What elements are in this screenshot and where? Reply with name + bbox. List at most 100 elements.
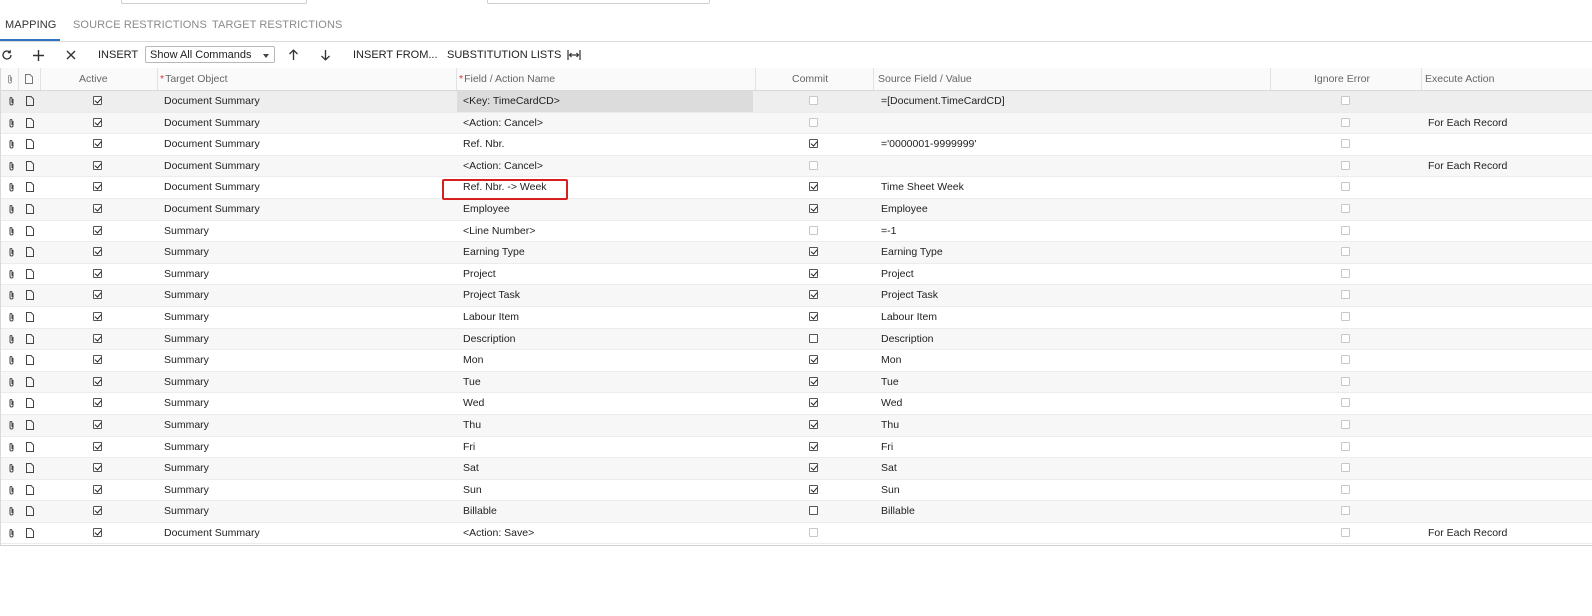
ignore-error-checkbox[interactable] <box>1341 376 1350 386</box>
field-action-cell[interactable]: Billable <box>457 501 753 522</box>
table-row[interactable]: Summary Project Task Project Task <box>0 285 1592 307</box>
active-checkbox[interactable] <box>93 268 102 278</box>
note-icon[interactable] <box>26 96 34 106</box>
source-field-cell[interactable]: ='0000001-9999999' <box>881 134 976 155</box>
attachment-icon[interactable] <box>8 118 15 128</box>
table-row[interactable]: Document Summary <Action: Cancel> For Each… <box>0 155 1592 178</box>
target-object-cell[interactable]: Summary <box>164 221 209 242</box>
commit-checkbox[interactable] <box>809 311 818 321</box>
active-checkbox[interactable] <box>93 333 102 343</box>
field-action-cell[interactable]: Description <box>457 329 753 350</box>
field-action-cell[interactable]: Sat <box>457 458 753 479</box>
ignore-error-checkbox[interactable] <box>1341 160 1350 170</box>
field-action-cell[interactable]: Tue <box>457 372 753 393</box>
active-checkbox[interactable] <box>93 311 102 321</box>
source-field-cell[interactable]: Employee <box>881 199 928 220</box>
target-object-cell[interactable]: Summary <box>164 285 209 306</box>
commit-checkbox[interactable] <box>809 247 818 257</box>
target-object-cell[interactable]: Document Summary <box>164 134 260 155</box>
active-checkbox[interactable] <box>93 290 102 300</box>
col-execute-action[interactable]: Execute Action <box>1425 68 1494 90</box>
active-checkbox[interactable] <box>93 139 102 149</box>
table-row[interactable]: Summary Thu Thu <box>0 414 1592 437</box>
field-action-cell[interactable]: <Action: Cancel> <box>457 113 753 134</box>
table-row[interactable]: Summary Tue Tue <box>0 371 1592 394</box>
note-icon[interactable] <box>26 376 34 387</box>
col-commit[interactable]: Commit <box>792 68 828 90</box>
execute-action-cell[interactable]: For Each Record <box>1428 523 1507 544</box>
active-checkbox[interactable] <box>93 247 102 257</box>
commit-checkbox[interactable] <box>809 160 818 170</box>
note-icon[interactable] <box>26 441 34 452</box>
table-row[interactable]: Summary Project Project <box>0 264 1592 286</box>
active-checkbox[interactable] <box>93 419 102 429</box>
target-object-cell[interactable]: Summary <box>164 372 209 393</box>
active-checkbox[interactable] <box>93 506 102 516</box>
target-object-cell[interactable]: Summary <box>164 415 209 436</box>
note-icon[interactable] <box>26 139 34 150</box>
active-checkbox[interactable] <box>93 441 102 451</box>
fit-columns-button[interactable] <box>567 42 581 68</box>
source-field-cell[interactable]: Sat <box>881 458 897 479</box>
note-icon[interactable] <box>26 225 34 236</box>
delete-row-button[interactable] <box>66 42 76 68</box>
ignore-error-checkbox[interactable] <box>1341 527 1350 537</box>
source-field-cell[interactable]: Mon <box>881 350 901 371</box>
active-checkbox[interactable] <box>93 355 102 365</box>
source-field-cell[interactable]: Tue <box>881 372 899 393</box>
note-icon[interactable] <box>26 160 34 171</box>
active-checkbox[interactable] <box>93 463 102 473</box>
table-row[interactable]: Summary Wed Wed <box>0 393 1592 415</box>
commit-checkbox[interactable] <box>809 506 818 516</box>
tab-mapping[interactable]: MAPPING <box>5 19 56 31</box>
target-object-cell[interactable]: Document Summary <box>164 113 260 134</box>
commit-checkbox[interactable] <box>809 355 818 365</box>
source-field-cell[interactable]: Labour Item <box>881 307 937 328</box>
source-field-cell[interactable]: Earning Type <box>881 242 943 263</box>
target-object-cell[interactable]: Summary <box>164 307 209 328</box>
target-object-cell[interactable]: Summary <box>164 458 209 479</box>
table-row[interactable]: Document Summary <Action: Save> For Each R… <box>0 523 1592 545</box>
insert-button[interactable]: INSERT <box>98 42 138 68</box>
attachment-icon[interactable] <box>8 463 15 473</box>
attachment-icon[interactable] <box>8 290 15 300</box>
field-action-cell[interactable]: Sun <box>457 480 753 501</box>
source-field-cell[interactable]: Time Sheet Week <box>881 177 964 198</box>
refresh-button[interactable] <box>1 42 13 68</box>
attachment-icon[interactable] <box>8 355 15 365</box>
note-icon[interactable] <box>26 117 34 128</box>
note-icon[interactable] <box>26 506 34 517</box>
ignore-error-checkbox[interactable] <box>1341 441 1350 451</box>
source-field-cell[interactable]: =-1 <box>881 221 896 242</box>
source-field-cell[interactable]: =[Document.TimeCardCD] <box>881 91 1005 112</box>
note-icon[interactable] <box>26 268 34 279</box>
commit-checkbox[interactable] <box>809 182 818 192</box>
note-icon[interactable] <box>26 333 34 344</box>
commit-checkbox[interactable] <box>809 139 818 149</box>
field-action-cell[interactable]: Ref. Nbr. <box>457 134 753 155</box>
attachment-icon[interactable] <box>8 96 15 106</box>
attachment-icon[interactable] <box>8 442 15 452</box>
attachment-icon[interactable] <box>8 139 15 149</box>
target-object-cell[interactable]: Summary <box>164 350 209 371</box>
ignore-error-checkbox[interactable] <box>1341 117 1350 127</box>
insert-from-button[interactable]: INSERT FROM... <box>353 42 438 68</box>
commit-checkbox[interactable] <box>809 225 818 235</box>
field-action-cell[interactable]: Fri <box>457 437 753 458</box>
attachment-icon[interactable] <box>8 398 15 408</box>
col-source-field[interactable]: Source Field / Value <box>878 68 972 90</box>
active-checkbox[interactable] <box>93 398 102 408</box>
command-filter-select[interactable]: Show All Commands <box>145 46 275 63</box>
ignore-error-checkbox[interactable] <box>1341 203 1350 213</box>
ignore-error-checkbox[interactable] <box>1341 311 1350 321</box>
field-action-cell[interactable]: <Key: TimeCardCD> <box>457 91 753 112</box>
active-checkbox[interactable] <box>93 203 102 213</box>
active-checkbox[interactable] <box>93 182 102 192</box>
commit-checkbox[interactable] <box>809 203 818 213</box>
substitution-lists-button[interactable]: SUBSTITUTION LISTS <box>447 42 561 68</box>
note-icon[interactable] <box>26 290 34 301</box>
ignore-error-checkbox[interactable] <box>1341 139 1350 149</box>
top-field-left[interactable] <box>121 0 307 4</box>
target-object-cell[interactable]: Document Summary <box>164 177 260 198</box>
source-field-cell[interactable]: Sun <box>881 480 900 501</box>
